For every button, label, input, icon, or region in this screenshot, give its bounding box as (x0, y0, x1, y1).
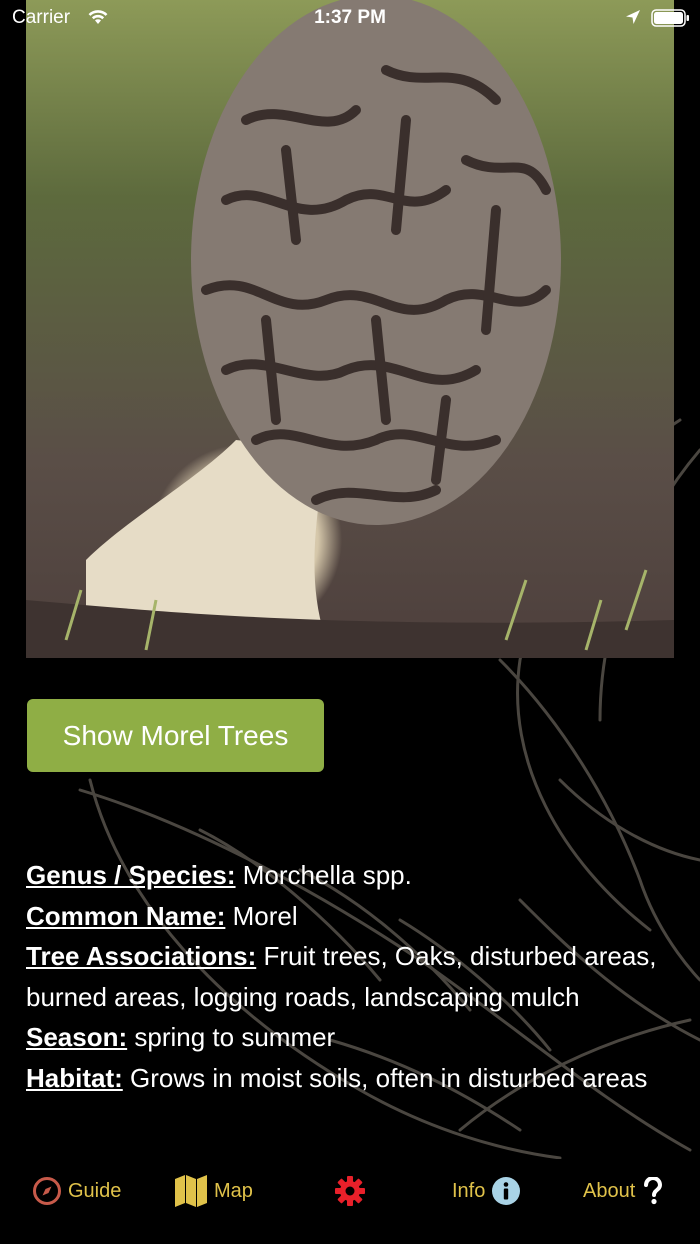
info-icon (491, 1176, 521, 1206)
show-morel-trees-button[interactable]: Show Morel Trees (27, 699, 324, 772)
compass-icon (32, 1176, 62, 1206)
tab-map[interactable]: Map (174, 1171, 253, 1211)
morel-photo (26, 0, 674, 658)
detail-value: Grows in moist soils, often in disturbed… (122, 1062, 648, 1093)
morel-mushroom-photo (26, 0, 674, 658)
detail-label: Habitat: (26, 1062, 123, 1093)
detail-label: Tree Associations: (26, 941, 257, 972)
detail-label: Genus / Species: (26, 860, 236, 890)
mushroom-details: Genus / Species: Morchella spp. Common N… (26, 855, 676, 1158)
detail-season: Season: spring to summer (26, 1017, 676, 1058)
detail-value: Morel (225, 900, 298, 931)
map-icon (174, 1174, 208, 1208)
tab-settings[interactable] (334, 1171, 372, 1211)
tab-bar: Guide Map Info About (0, 1159, 700, 1244)
detail-label: Season: (26, 1022, 128, 1053)
battery-icon (651, 9, 691, 33)
question-icon (643, 1177, 663, 1205)
tab-label: Guide (68, 1179, 122, 1202)
detail-label: Common Name: (26, 900, 226, 931)
detail-value: Morchella spp. (235, 860, 412, 890)
tab-info[interactable]: Info (452, 1171, 527, 1211)
status-time: 1:37 PM (314, 7, 386, 28)
tab-about[interactable]: About (583, 1171, 669, 1211)
gear-icon (334, 1175, 366, 1207)
detail-habitat: Habitat: Grows in moist soils, often in … (26, 1058, 676, 1099)
tab-guide[interactable]: Guide (32, 1171, 121, 1211)
detail-tree-associations: Tree Associations: Fruit trees, Oaks, di… (26, 936, 676, 1017)
tab-label: About (583, 1179, 636, 1202)
location-arrow-icon (625, 9, 641, 31)
tab-label: Info (452, 1179, 486, 1202)
detail-genus-species: Genus / Species: Morchella spp. (26, 855, 676, 896)
status-bar: Carrier 1:37 PM (0, 0, 700, 36)
detail-common-name: Common Name: Morel (26, 896, 676, 937)
tab-label: Map (214, 1179, 253, 1202)
detail-value: spring to summer (127, 1022, 336, 1053)
